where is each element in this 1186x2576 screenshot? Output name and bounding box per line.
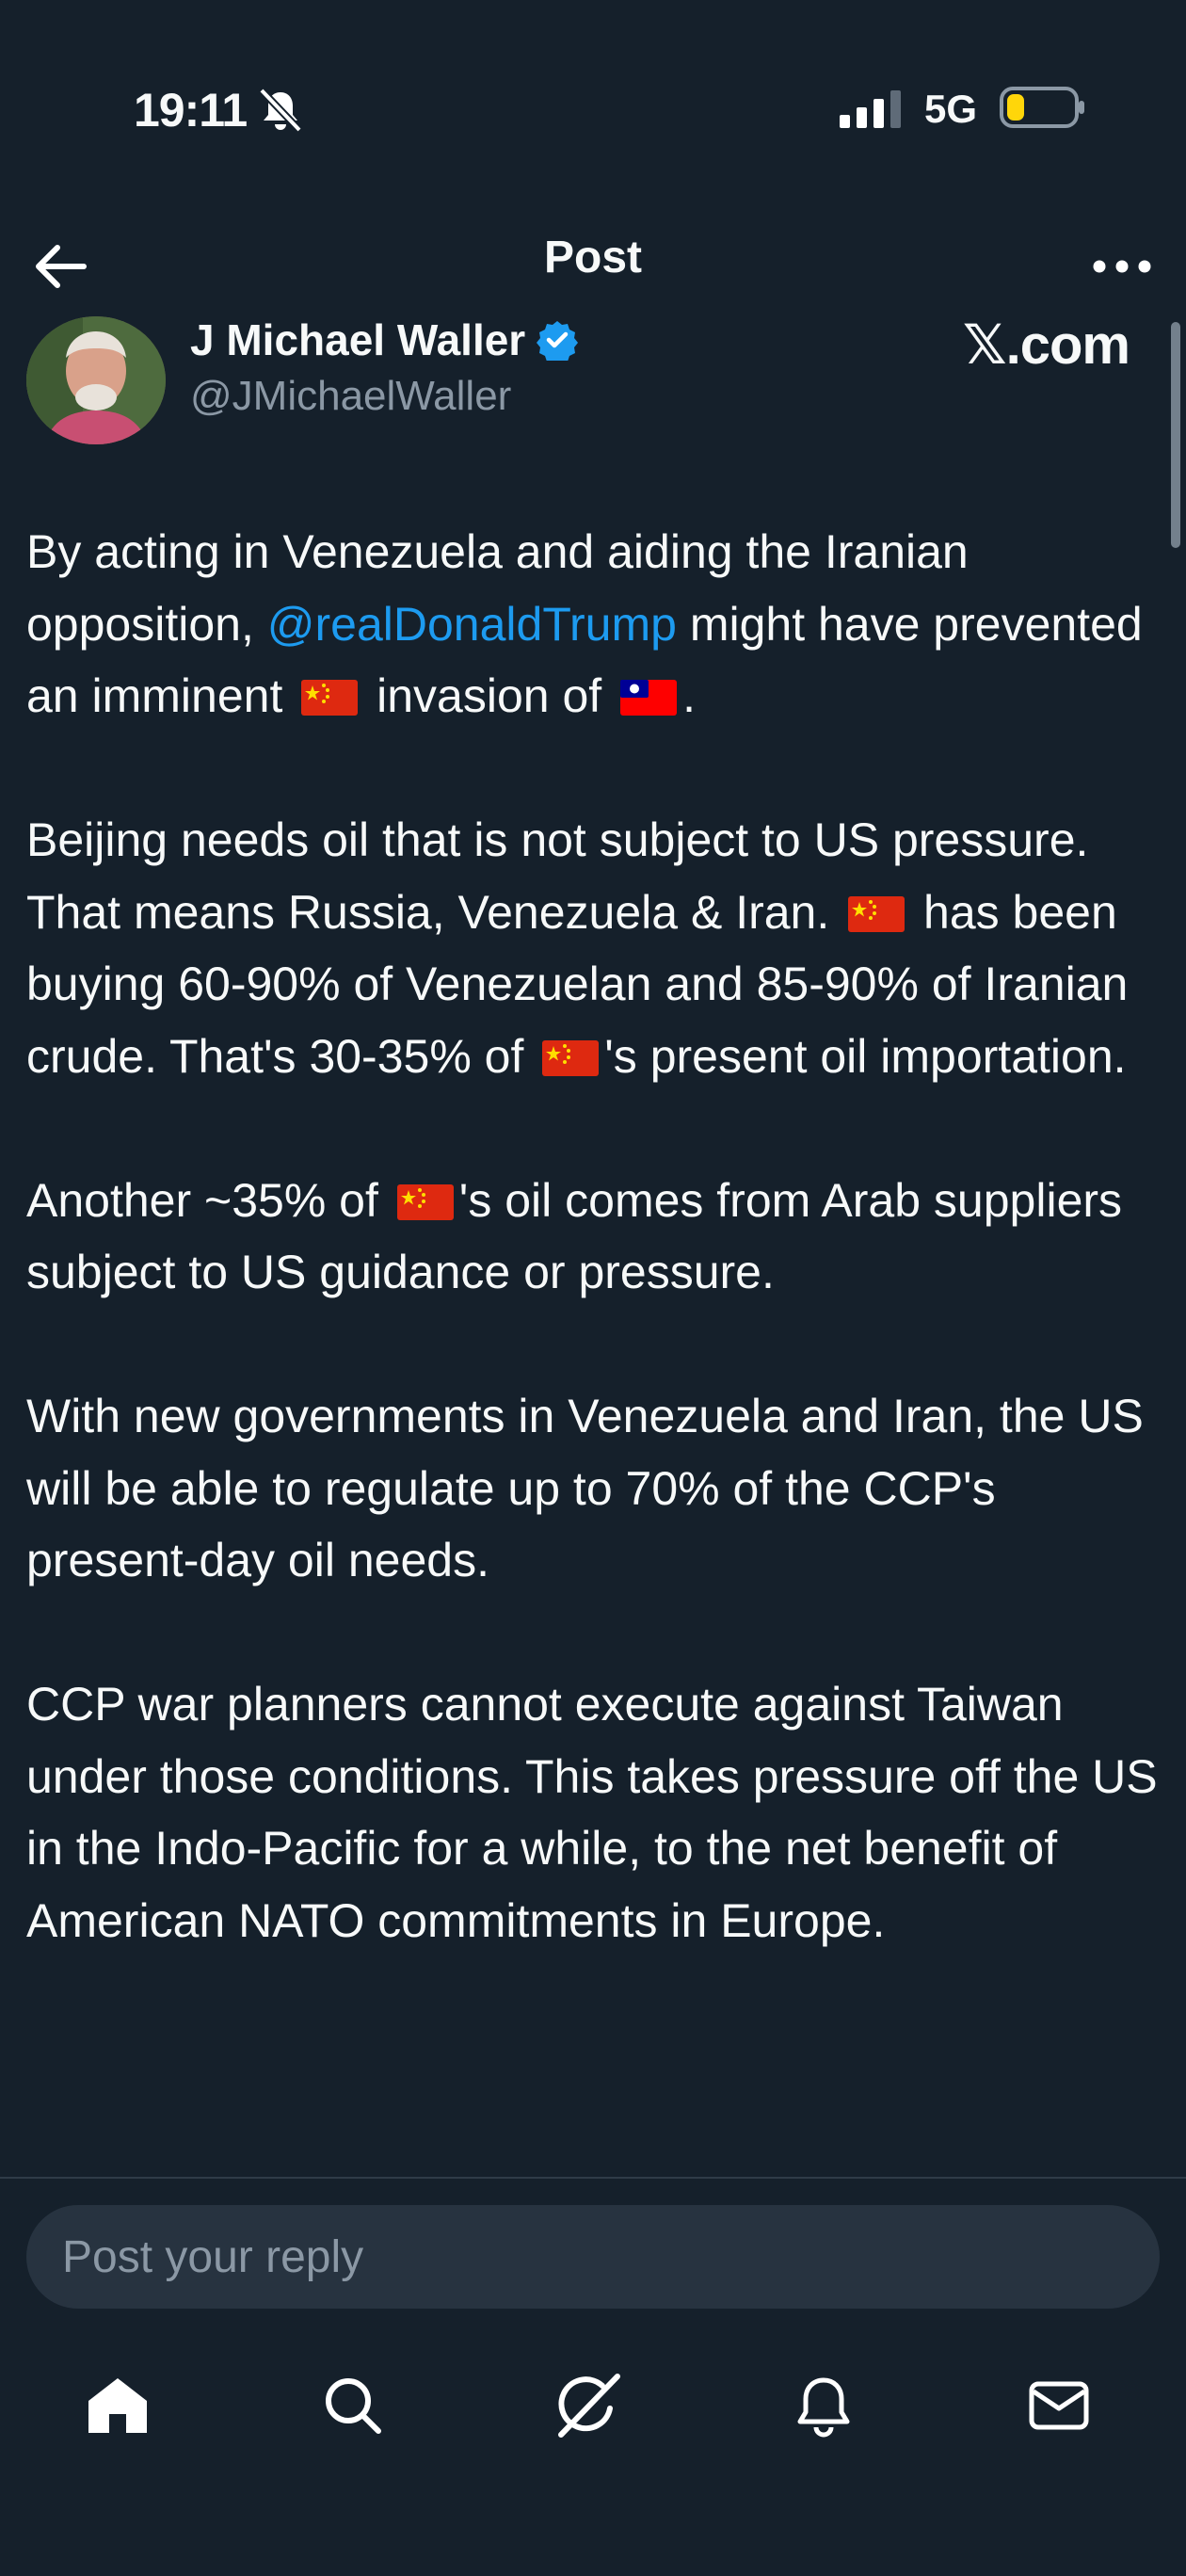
post-text: By acting in Venezuela and aiding the Ir… [26,516,1165,2029]
flag-china-icon [542,1039,600,1076]
mail-icon [1029,2381,1089,2430]
post-paragraph: Another ~35% of 's oil comes from Arab s… [26,1173,1123,1299]
reply-placeholder: Post your reply [62,2232,364,2282]
tab-notifications[interactable] [762,2344,885,2467]
tab-messages[interactable] [998,2344,1120,2467]
flag-taiwan-icon [620,680,678,716]
author-handle[interactable]: @JMichaelWaller [190,373,511,420]
tab-home[interactable] [56,2344,179,2467]
post-paragraph: By acting in Venezuela and aiding the Ir… [26,525,1143,722]
flag-china-icon [848,895,906,932]
flag-china-icon [396,1183,454,1220]
post-paragraph: With new governments in Venezuela and Ir… [26,1390,1144,1586]
x-watermark: 𝕏.com [962,314,1130,376]
tab-grok[interactable] [527,2344,649,2467]
home-icon [88,2378,147,2433]
clock: 19:11 [134,84,248,137]
post-paragraph: Beijing needs oil that is not subject to… [26,813,1129,1083]
bottom-nav [0,2344,1186,2467]
tab-search[interactable] [292,2344,414,2467]
divider [0,2177,1186,2179]
more-dots-icon [1093,260,1151,273]
author-name: J Michael Waller [190,315,526,364]
post-paragraph: CCP war planners cannot execute against … [26,1678,1158,1947]
verified-badge-icon [537,321,579,361]
reply-input[interactable]: Post your reply [26,2205,1160,2309]
page-title: Post [543,233,642,282]
silent-mode-icon [259,88,302,133]
cellular-signal-icon [840,90,901,128]
post-author: J Michael Waller @JMichaelWaller 𝕏.com [0,311,1186,452]
battery-icon [1000,87,1084,128]
more-options-button[interactable] [1084,233,1160,299]
flag-china-icon [301,680,359,716]
network-type: 5G [924,87,978,131]
search-icon [326,2378,381,2434]
mention-link[interactable]: @realDonaldTrump [267,598,677,651]
status-bar: 19:11 5G [0,0,1186,217]
bell-icon [797,2377,850,2438]
avatar[interactable] [26,316,166,444]
grok-icon [558,2374,620,2438]
author-name-row[interactable]: J Michael Waller [190,314,579,365]
post-header: Post [0,217,1186,320]
